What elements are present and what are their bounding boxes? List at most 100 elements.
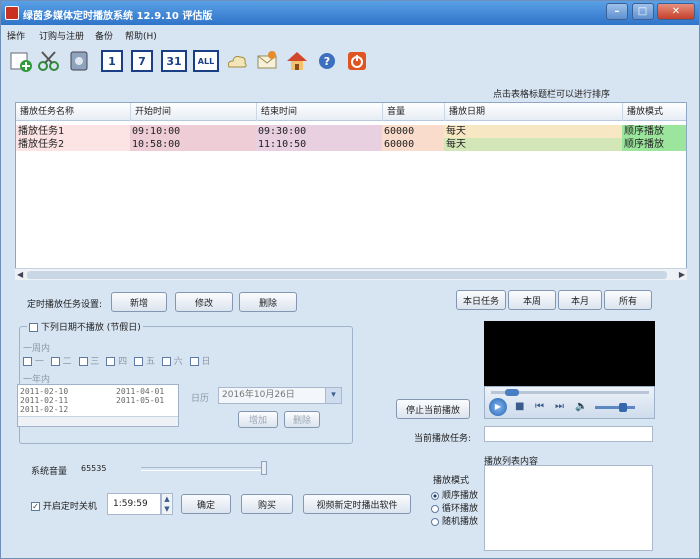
scroll-left-icon[interactable]: ◀	[17, 269, 23, 281]
cell-date: 每天	[444, 125, 622, 138]
menu-backup[interactable]: 备份	[95, 29, 113, 42]
weekday-checkbox[interactable]	[161, 357, 171, 366]
tools-icon[interactable]	[67, 49, 91, 73]
cloud-icon[interactable]	[225, 49, 249, 73]
mail-icon[interactable]	[255, 49, 279, 73]
table-row[interactable]: 播放任务2 10:58:00 11:10:50 60000 每天 顺序播放	[16, 138, 686, 151]
volume-icon[interactable]: 🔈	[575, 401, 587, 412]
this-month-button[interactable]: 本月	[558, 290, 602, 310]
scroll-thumb[interactable]	[27, 271, 667, 279]
shutdown-label: 开启定时关机	[42, 502, 97, 512]
today-tasks-button[interactable]: 本日任务	[456, 290, 506, 310]
radio-loop[interactable]	[431, 504, 439, 513]
table-scrollbar[interactable]: ◀ ▶	[15, 268, 687, 280]
play-icon[interactable]: ▶	[489, 398, 507, 416]
add-task-icon[interactable]	[9, 49, 33, 73]
all-tasks-button[interactable]: 所有	[604, 290, 652, 310]
maximize-button[interactable]: □	[631, 3, 654, 20]
cell-name: 播放任务2	[16, 138, 130, 151]
weekday-checkbox[interactable]	[189, 357, 199, 366]
weekday-checkbox[interactable]	[134, 357, 144, 366]
title-bar[interactable]: 绿茵多媒体定时播放系统 12.9.10 评估版 – □ ✕	[1, 1, 699, 25]
playlist-box[interactable]	[484, 465, 653, 551]
date-picker[interactable]: 2016年10月26日 ▾	[218, 387, 342, 404]
weekday-label: 四	[118, 357, 128, 367]
video-software-button[interactable]: 视频新定时播出软件	[303, 494, 411, 514]
col-play-mode[interactable]: 播放模式	[622, 103, 663, 121]
date-1-button[interactable]: 1	[101, 50, 123, 72]
minimize-button[interactable]: –	[606, 3, 629, 20]
chevron-down-icon[interactable]: ▾	[325, 388, 341, 403]
date-7-button[interactable]: 7	[131, 50, 153, 72]
cell-name: 播放任务1	[16, 125, 130, 138]
seek-bar[interactable]	[491, 389, 649, 396]
this-week-button[interactable]: 本周	[508, 290, 556, 310]
home-icon[interactable]	[285, 49, 309, 73]
holiday-date-list[interactable]: 2011-02-10 2011-02-11 2011-02-12 2011-04…	[17, 384, 179, 427]
radio-random[interactable]	[431, 517, 439, 526]
list-item[interactable]: 2011-05-01	[116, 396, 164, 405]
list-item[interactable]: 2011-04-01	[116, 387, 164, 396]
weekday-checkbox[interactable]	[23, 357, 32, 366]
menu-bar: 操作 订购与注册 备份 帮助(H)	[3, 27, 697, 43]
shutdown-time-input[interactable]: 1:59:59	[107, 493, 161, 515]
svg-text:?: ?	[324, 55, 330, 68]
holiday-delete-button[interactable]: 删除	[284, 411, 320, 428]
cell-end: 09:30:00	[256, 125, 382, 138]
list-item[interactable]: 2011-02-12	[20, 405, 68, 414]
col-end-time[interactable]: 结束时间	[256, 103, 297, 121]
scroll-right-icon[interactable]: ▶	[679, 269, 685, 281]
col-volume[interactable]: 音量	[382, 103, 405, 121]
next-icon[interactable]: ⏭	[555, 401, 564, 412]
buy-button[interactable]: 购买	[241, 494, 293, 514]
cell-volume: 60000	[382, 125, 444, 138]
current-task-field	[484, 426, 653, 442]
confirm-button[interactable]: 确定	[181, 494, 231, 514]
previous-icon[interactable]: ⏮	[535, 401, 544, 412]
mode-sequential[interactable]: 顺序播放	[431, 490, 478, 503]
col-task-name[interactable]: 播放任务名称	[16, 103, 74, 121]
menu-help[interactable]: 帮助(H)	[125, 29, 157, 42]
date-31-button[interactable]: 31	[161, 50, 187, 72]
add-button[interactable]: 新增	[111, 292, 167, 312]
weekday-label: 一	[34, 357, 44, 367]
cell-end: 11:10:50	[256, 138, 382, 151]
list-item[interactable]: 2011-02-10	[20, 387, 68, 396]
delete-button[interactable]: 删除	[239, 292, 297, 312]
task-settings-label: 定时播放任务设置:	[27, 300, 103, 310]
power-icon[interactable]	[345, 49, 369, 73]
holiday-title: 下列日期不播放 (节假日)	[40, 323, 141, 333]
holiday-checkbox-box[interactable]	[29, 323, 38, 332]
stop-playback-button[interactable]: 停止当前播放	[396, 399, 470, 419]
window-controls: – □ ✕	[606, 3, 695, 21]
mode-random[interactable]: 随机播放	[431, 516, 478, 529]
holiday-checkbox[interactable]: 下列日期不播放 (节假日)	[27, 320, 143, 333]
table-row[interactable]: 播放任务1 09:10:00 09:30:00 60000 每天 顺序播放	[16, 125, 686, 138]
holiday-add-button[interactable]: 增加	[238, 411, 278, 428]
mode-loop[interactable]: 循环播放	[431, 503, 478, 516]
help-icon[interactable]: ?	[315, 49, 339, 73]
col-play-date[interactable]: 播放日期	[444, 103, 485, 121]
list-scrollbar[interactable]	[18, 416, 178, 426]
scissors-icon[interactable]	[37, 49, 61, 73]
weekday-checkbox[interactable]	[78, 357, 88, 366]
task-table: 播放任务名称 开始时间 结束时间 音量 播放日期 播放模式 播放任务1 09:1…	[15, 102, 687, 280]
slider-handle[interactable]	[261, 461, 267, 475]
shutdown-checkbox-box[interactable]	[31, 502, 40, 511]
time-spinner[interactable]: ▲ ▼	[161, 493, 173, 515]
weekday-checkbox[interactable]	[50, 357, 60, 366]
list-item[interactable]: 2011-02-11	[20, 396, 68, 405]
stop-icon[interactable]: ■	[515, 401, 524, 412]
shutdown-checkbox[interactable]: 开启定时关机	[31, 499, 97, 512]
col-start-time[interactable]: 开始时间	[130, 103, 171, 121]
edit-button[interactable]: 修改	[175, 292, 233, 312]
weekday-checkbox[interactable]	[106, 357, 116, 366]
system-volume-slider[interactable]	[141, 461, 267, 475]
date-all-button[interactable]: ALL	[193, 50, 219, 72]
radio-sequential[interactable]	[431, 491, 439, 500]
menu-operate[interactable]: 操作	[7, 29, 25, 42]
volume-slider[interactable]	[595, 403, 635, 412]
weekday-row: 一 二 三 四 五 六 日	[23, 354, 210, 367]
menu-register[interactable]: 订购与注册	[39, 29, 84, 42]
close-button[interactable]: ✕	[657, 3, 695, 20]
